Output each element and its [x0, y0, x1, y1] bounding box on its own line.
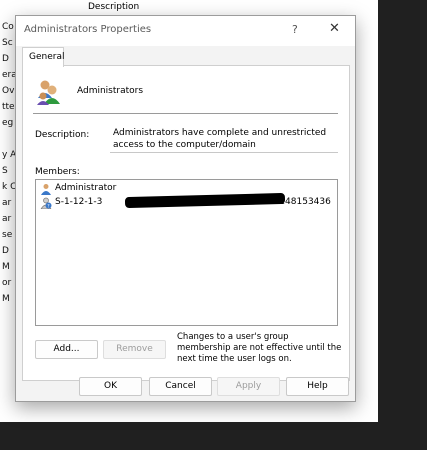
tab-general[interactable]: General	[22, 47, 64, 67]
bg-fragment: D	[2, 246, 9, 256]
ok-button[interactable]: OK	[79, 377, 142, 396]
bg-fragment: ar	[2, 198, 12, 208]
membership-note: Changes to a user's group membership are…	[177, 332, 342, 364]
help-icon[interactable]: ?	[292, 23, 298, 36]
description-label: Description:	[35, 130, 90, 140]
user-icon	[41, 184, 51, 195]
close-icon[interactable]: ✕	[329, 21, 340, 36]
member-name: Administrator	[55, 183, 117, 193]
apply-button[interactable]: Apply	[217, 377, 280, 396]
group-name: Administrators	[77, 86, 144, 96]
add-button[interactable]: Add...	[35, 340, 98, 359]
bg-fragment: Ov	[2, 86, 15, 96]
remove-button[interactable]: Remove	[103, 340, 166, 359]
bg-fragment: se	[2, 230, 13, 240]
general-tab-panel: Administrators Description: Administrato…	[22, 65, 350, 381]
background-column-header: Description	[88, 2, 140, 12]
bg-fragment: M	[2, 294, 10, 304]
member-sid[interactable]: ? S-1-12-1-3 -2248153436	[38, 192, 331, 210]
members-label: Members:	[35, 167, 80, 177]
bg-fragment: ar	[2, 214, 12, 224]
cancel-button[interactable]: Cancel	[149, 377, 212, 396]
help-button[interactable]: Help	[286, 377, 349, 396]
member-sid-prefix: S-1-12-1-3	[55, 197, 103, 207]
tab-general-label: General	[29, 52, 65, 62]
member-sid-text: S-1-12-1-3 -2248153436	[55, 192, 331, 209]
bg-fragment: M	[2, 262, 10, 272]
dialog-title: Administrators Properties	[24, 24, 152, 35]
administrators-properties-dialog: Administrators Properties ? ✕ General Ad…	[15, 15, 356, 402]
bg-fragment: S	[2, 166, 8, 176]
bg-fragment: Sc	[2, 38, 13, 48]
bg-fragment: Co	[2, 22, 14, 32]
bg-fragment: eg	[2, 118, 14, 128]
title-bar[interactable]: Administrators Properties ? ✕	[16, 16, 355, 46]
member-administrator[interactable]: Administrator	[38, 182, 328, 196]
group-icon	[37, 80, 60, 105]
members-list[interactable]: Administrator ? S-1-12-1-3 -2248153436	[35, 179, 338, 326]
description-field[interactable]: Administrators have complete and unrestr…	[110, 125, 338, 153]
bg-fragment: or	[2, 278, 12, 288]
redaction-scribble	[124, 192, 286, 209]
bg-fragment: tte	[2, 102, 15, 112]
bg-fragment: D	[2, 54, 9, 64]
separator	[33, 113, 338, 114]
unknown-user-icon: ?	[40, 197, 52, 209]
